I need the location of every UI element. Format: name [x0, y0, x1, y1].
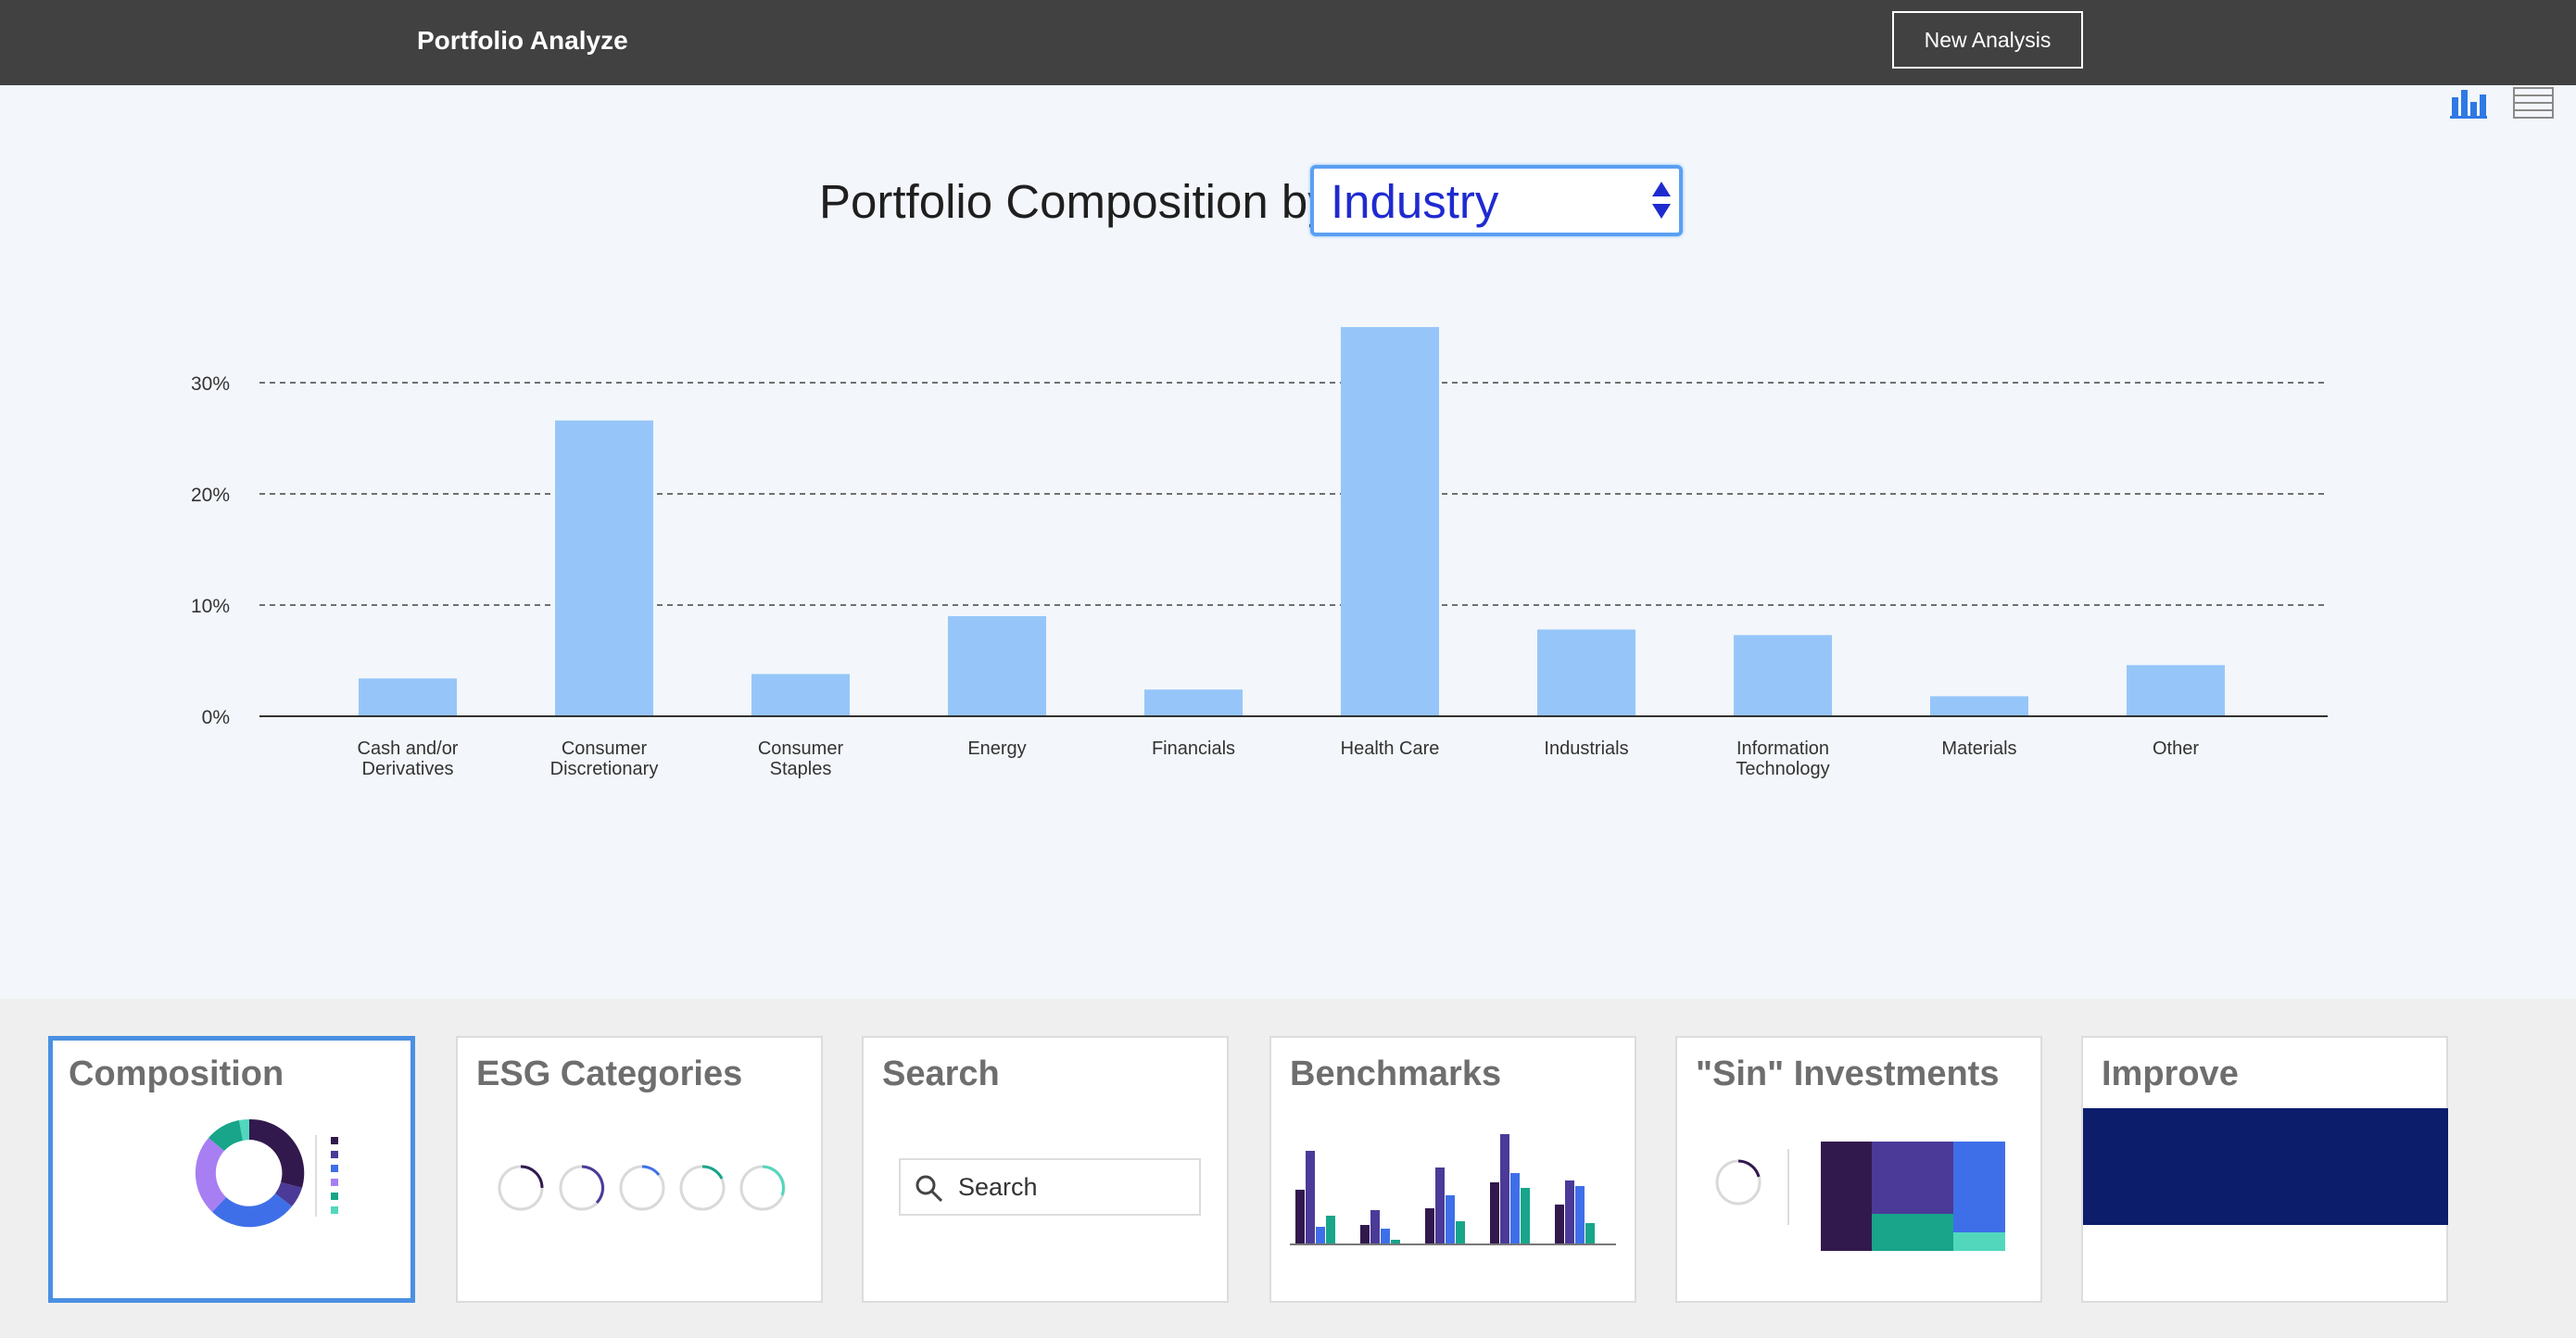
- preview-bar: [1391, 1240, 1400, 1243]
- preview-bar: [1306, 1151, 1315, 1243]
- donut-chart-preview: [195, 1118, 338, 1228]
- x-tick-label: Energy: [967, 738, 1026, 759]
- x-tick-label: Discretionary: [550, 759, 659, 779]
- bar[interactable]: [948, 616, 1046, 716]
- x-tick-label: Health Care: [1341, 738, 1440, 759]
- preview-bar: [1360, 1225, 1370, 1243]
- preview-bar: [1370, 1210, 1380, 1243]
- improve-card[interactable]: Improve: [2081, 1036, 2448, 1303]
- bar[interactable]: [1734, 635, 1832, 716]
- bar[interactable]: [1144, 689, 1243, 716]
- x-tick-label: Materials: [1941, 738, 2016, 759]
- y-tick-label: 30%: [191, 373, 230, 395]
- y-tick-label: 10%: [191, 596, 230, 617]
- search-card[interactable]: Search Search: [862, 1036, 1229, 1303]
- esg-categories-card[interactable]: ESG Categories: [456, 1036, 823, 1303]
- bar[interactable]: [1930, 696, 2028, 716]
- preview-bar: [1510, 1173, 1520, 1243]
- preview-bar: [1500, 1134, 1509, 1243]
- preview-bar: [1435, 1168, 1445, 1243]
- x-tick-label: Staples: [770, 759, 832, 779]
- grouped-bar-chart-preview: [1290, 1134, 1616, 1245]
- sin-investments-card[interactable]: "Sin" Investments: [1675, 1036, 2042, 1303]
- preview-bar: [1425, 1208, 1434, 1243]
- preview-bar: [1555, 1205, 1564, 1243]
- preview-bar: [1295, 1190, 1305, 1243]
- x-tick-label: Technology: [1736, 759, 1829, 779]
- improve-color-band: [2083, 1108, 2448, 1225]
- x-tick-label: Consumer: [758, 738, 844, 759]
- bar[interactable]: [1341, 327, 1439, 716]
- search-placeholder: Search: [958, 1173, 1038, 1201]
- x-tick-label: Other: [2153, 738, 2199, 759]
- x-tick-label: Industrials: [1544, 738, 1628, 759]
- bar[interactable]: [555, 420, 653, 716]
- search-input[interactable]: Search: [899, 1158, 1201, 1216]
- preview-bar: [1381, 1229, 1390, 1243]
- preview-bar: [1446, 1195, 1455, 1243]
- treemap-preview: [1715, 1142, 2005, 1251]
- y-tick-label: 20%: [191, 485, 230, 506]
- preview-bar: [1521, 1188, 1530, 1243]
- card-title: Improve: [2102, 1054, 2239, 1093]
- x-tick-label: Derivatives: [362, 759, 454, 779]
- x-tick-label: Cash and/or: [358, 738, 459, 759]
- bar[interactable]: [2127, 664, 2225, 716]
- industry-bar-chart: 0% 10% 20% 30% Cash and/orDerivatives Consume…: [191, 327, 2328, 779]
- x-tick-label: Consumer: [562, 738, 648, 759]
- y-tick-label: 0%: [202, 707, 230, 728]
- x-tick-label: Financials: [1152, 738, 1235, 759]
- loading-rings-preview: [498, 1165, 786, 1211]
- preview-bar: [1490, 1182, 1499, 1243]
- card-title: Search: [882, 1054, 1000, 1093]
- preview-bar: [1565, 1180, 1574, 1243]
- benchmarks-card[interactable]: Benchmarks: [1269, 1036, 1636, 1303]
- preview-bar: [1316, 1227, 1325, 1243]
- search-icon: [915, 1175, 943, 1203]
- preview-bar: [1456, 1221, 1465, 1243]
- preview-bar: [1326, 1216, 1335, 1243]
- bar[interactable]: [359, 678, 457, 716]
- bar[interactable]: [751, 674, 850, 716]
- preview-bar: [1585, 1223, 1595, 1243]
- preview-bar: [1575, 1186, 1585, 1243]
- bar[interactable]: [1537, 629, 1635, 716]
- x-tick-label: Information: [1736, 738, 1829, 759]
- composition-card[interactable]: Composition: [48, 1036, 415, 1303]
